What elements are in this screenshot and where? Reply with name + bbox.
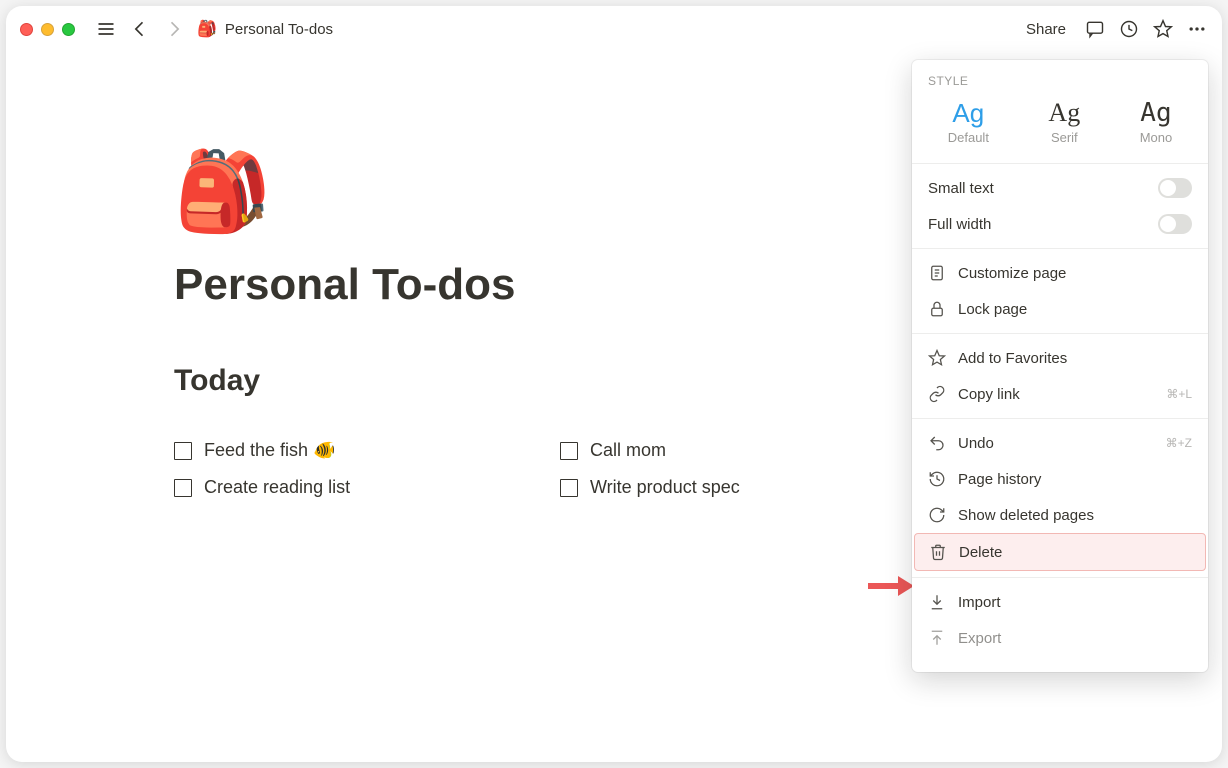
menu-customize-page[interactable]: Customize page <box>912 255 1208 291</box>
style-option-serif[interactable]: Ag Serif <box>1040 96 1088 149</box>
full-width-label: Full width <box>928 216 991 233</box>
page-title[interactable]: Personal To-dos <box>174 260 906 310</box>
menu-undo[interactable]: Undo ⌘+Z <box>912 425 1208 461</box>
share-button[interactable]: Share <box>1020 17 1072 42</box>
export-icon <box>928 629 946 647</box>
star-icon <box>928 349 946 367</box>
restore-icon <box>928 506 946 524</box>
style-option-default[interactable]: Ag Default <box>940 96 997 149</box>
toggle-icon[interactable] <box>1158 214 1192 234</box>
small-text-toggle-row[interactable]: Small text <box>912 170 1208 206</box>
style-picker: Ag Default Ag Serif Ag Mono <box>912 92 1208 163</box>
menu-copy-link[interactable]: Copy link ⌘+L <box>912 376 1208 412</box>
nav-back-icon[interactable] <box>129 18 151 40</box>
window-close[interactable] <box>20 23 33 36</box>
checkbox-icon[interactable] <box>174 479 192 497</box>
small-text-label: Small text <box>928 180 994 197</box>
menu-delete[interactable]: Delete <box>914 533 1206 571</box>
menu-export[interactable]: Export <box>912 620 1208 656</box>
todo-text: Call mom <box>590 440 666 461</box>
import-icon <box>928 593 946 611</box>
page-options-menu: STYLE Ag Default Ag Serif Ag Mono Small … <box>912 60 1208 672</box>
todo-item[interactable]: Write product spec <box>560 477 906 498</box>
page-icon <box>928 264 946 282</box>
section-heading[interactable]: Today <box>174 364 906 398</box>
checkbox-icon[interactable] <box>560 442 578 460</box>
history-icon <box>928 470 946 488</box>
todo-text: Create reading list <box>204 477 350 498</box>
breadcrumb-icon: 🎒 <box>197 19 217 39</box>
menu-add-favorites[interactable]: Add to Favorites <box>912 340 1208 376</box>
more-icon[interactable] <box>1186 18 1208 40</box>
menu-import[interactable]: Import <box>912 584 1208 620</box>
todo-item[interactable]: Call mom <box>560 440 906 461</box>
menu-page-history[interactable]: Page history <box>912 461 1208 497</box>
comments-icon[interactable] <box>1084 18 1106 40</box>
todo-text: Feed the fish 🐠 <box>204 440 335 461</box>
full-width-toggle-row[interactable]: Full width <box>912 206 1208 242</box>
annotation-arrow-icon <box>868 574 914 598</box>
sidebar-toggle-icon[interactable] <box>95 18 117 40</box>
window-minimize[interactable] <box>41 23 54 36</box>
breadcrumb[interactable]: 🎒 Personal To-dos <box>197 19 333 39</box>
nav-forward-icon[interactable] <box>163 18 185 40</box>
titlebar: 🎒 Personal To-dos Share <box>6 6 1222 52</box>
todo-column-2: Call mom Write product spec <box>560 440 906 498</box>
todo-column-1: Feed the fish 🐠 Create reading list <box>174 440 520 498</box>
todo-columns: Feed the fish 🐠 Create reading list Call… <box>174 440 906 498</box>
link-icon <box>928 385 946 403</box>
trash-icon <box>929 543 947 561</box>
todo-item[interactable]: Create reading list <box>174 477 520 498</box>
window-controls <box>20 23 75 36</box>
menu-show-deleted[interactable]: Show deleted pages <box>912 497 1208 533</box>
page-content: 🎒 Personal To-dos Today Feed the fish 🐠 … <box>6 52 906 498</box>
breadcrumb-title: Personal To-dos <box>225 21 333 38</box>
todo-item[interactable]: Feed the fish 🐠 <box>174 440 520 461</box>
updates-icon[interactable] <box>1118 18 1140 40</box>
undo-icon <box>928 434 946 452</box>
lock-icon <box>928 300 946 318</box>
checkbox-icon[interactable] <box>174 442 192 460</box>
page-emoji[interactable]: 🎒 <box>174 152 906 230</box>
favorite-icon[interactable] <box>1152 18 1174 40</box>
menu-lock-page[interactable]: Lock page <box>912 291 1208 327</box>
app-window: 🎒 Personal To-dos Share 🎒 Personal To-do… <box>6 6 1222 762</box>
checkbox-icon[interactable] <box>560 479 578 497</box>
toggle-icon[interactable] <box>1158 178 1192 198</box>
style-option-mono[interactable]: Ag Mono <box>1132 96 1181 149</box>
window-zoom[interactable] <box>62 23 75 36</box>
style-section-label: STYLE <box>912 60 1208 92</box>
todo-text: Write product spec <box>590 477 740 498</box>
